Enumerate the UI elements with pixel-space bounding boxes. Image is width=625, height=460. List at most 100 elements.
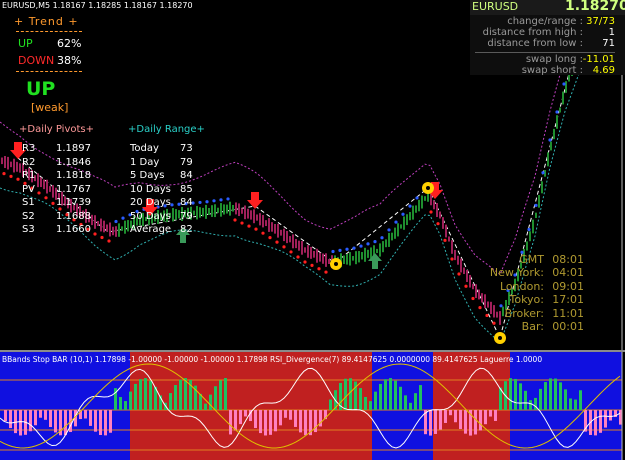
histogram-bar	[609, 410, 612, 421]
candle	[361, 252, 363, 260]
candle	[430, 194, 432, 206]
candle	[310, 246, 312, 259]
red-signal-dot	[2, 172, 6, 176]
histogram-bar	[54, 410, 57, 433]
candle	[421, 195, 423, 209]
indicator-subwindow[interactable]	[0, 352, 625, 460]
red-signal-dot	[436, 222, 440, 226]
session-value: 08:01	[552, 253, 584, 266]
candle	[106, 224, 108, 232]
histogram-bar	[49, 410, 52, 428]
red-signal-dot	[247, 224, 251, 228]
red-signal-dot	[485, 313, 489, 318]
red-signal-dot	[275, 240, 279, 244]
red-signal-dot	[478, 306, 482, 310]
candle	[250, 210, 252, 220]
pivot-row: S1 1.1739	[22, 197, 102, 210]
histogram-bar	[234, 410, 237, 431]
histogram-bar	[574, 399, 577, 410]
blue-signal-dot	[499, 304, 503, 308]
histogram-bar	[374, 391, 377, 410]
candle	[379, 243, 381, 257]
trend-divider-top	[16, 31, 82, 32]
candle	[280, 229, 282, 236]
candle	[217, 207, 219, 213]
candle	[307, 245, 309, 258]
candle	[418, 199, 420, 212]
candle	[442, 217, 444, 229]
histogram-bar	[449, 410, 452, 416]
histogram-bar	[289, 410, 292, 420]
histogram-bar	[19, 410, 22, 436]
candle	[370, 247, 372, 259]
session-label: New York:	[489, 266, 544, 280]
pivot-label: S3	[22, 224, 35, 235]
range-row: 5 Days 84	[130, 170, 210, 183]
red-signal-dot	[429, 210, 433, 214]
red-down-arrow-icon	[247, 192, 263, 209]
red-signal-dot	[492, 321, 496, 325]
candle	[451, 240, 453, 254]
swap-label: swap short :	[521, 65, 583, 76]
candle	[115, 226, 117, 237]
pivot-label: S2	[22, 210, 35, 222]
histogram-bar	[144, 378, 147, 410]
red-signal-dot	[310, 263, 314, 267]
trend-divider-bottom	[16, 71, 82, 72]
blue-signal-dot	[562, 82, 566, 86]
histogram-bar	[364, 396, 367, 410]
signal-center	[334, 262, 338, 266]
histogram-bar	[89, 410, 92, 426]
candle	[412, 205, 414, 220]
histogram-bar	[184, 378, 187, 410]
candle	[529, 231, 531, 242]
red-signal-dot	[324, 270, 328, 274]
histogram-bar	[389, 378, 392, 410]
candle	[241, 208, 243, 214]
candle	[415, 205, 417, 213]
blue-signal-dot	[219, 198, 223, 202]
range-label: Average	[130, 224, 172, 235]
candle	[211, 205, 213, 217]
swap-value: -11.01	[582, 54, 615, 65]
blue-signal-dot	[345, 247, 349, 251]
red-signal-dot	[240, 221, 244, 225]
candle	[229, 201, 231, 216]
histogram-bar	[134, 383, 137, 410]
red-signal-dot	[282, 245, 286, 249]
histogram-bar	[149, 380, 152, 410]
candle	[487, 301, 489, 308]
histogram-bar	[254, 410, 257, 429]
candle	[550, 141, 552, 151]
histogram-bar	[239, 410, 242, 425]
pivot-row: S3 1.1660	[22, 224, 102, 237]
histogram-bar	[464, 410, 467, 434]
pivot-row: R3 1.1897	[22, 143, 102, 156]
histogram-bar	[359, 388, 362, 410]
histogram-bar	[244, 410, 247, 417]
histogram-bar	[124, 401, 127, 410]
range-value: 73	[180, 143, 193, 154]
histogram-bar	[4, 410, 7, 422]
pivot-row: R1 1.1818	[22, 170, 102, 183]
candle	[460, 258, 462, 273]
trend-down-label: DOWN	[18, 54, 55, 67]
candle	[220, 203, 222, 217]
indicator-title: BBands Stop BAR (10,1) 1.17898 -1.00000 …	[2, 355, 543, 364]
histogram-bar	[44, 410, 47, 420]
candle	[496, 311, 498, 318]
candle	[322, 253, 324, 264]
daily-range-heading: +Daily Range+	[128, 124, 205, 135]
candle	[268, 218, 270, 232]
histogram-bar	[474, 410, 477, 435]
candle	[358, 251, 360, 263]
candle	[397, 223, 399, 237]
pivot-value: 1.1688	[56, 210, 91, 222]
histogram-bar	[439, 410, 442, 430]
range-label: 10 Days	[130, 183, 171, 195]
histogram-bar	[529, 400, 532, 410]
histogram-bar	[479, 410, 482, 431]
candle	[226, 204, 228, 214]
histogram-bar	[539, 388, 542, 410]
range-value: 79	[180, 210, 193, 222]
